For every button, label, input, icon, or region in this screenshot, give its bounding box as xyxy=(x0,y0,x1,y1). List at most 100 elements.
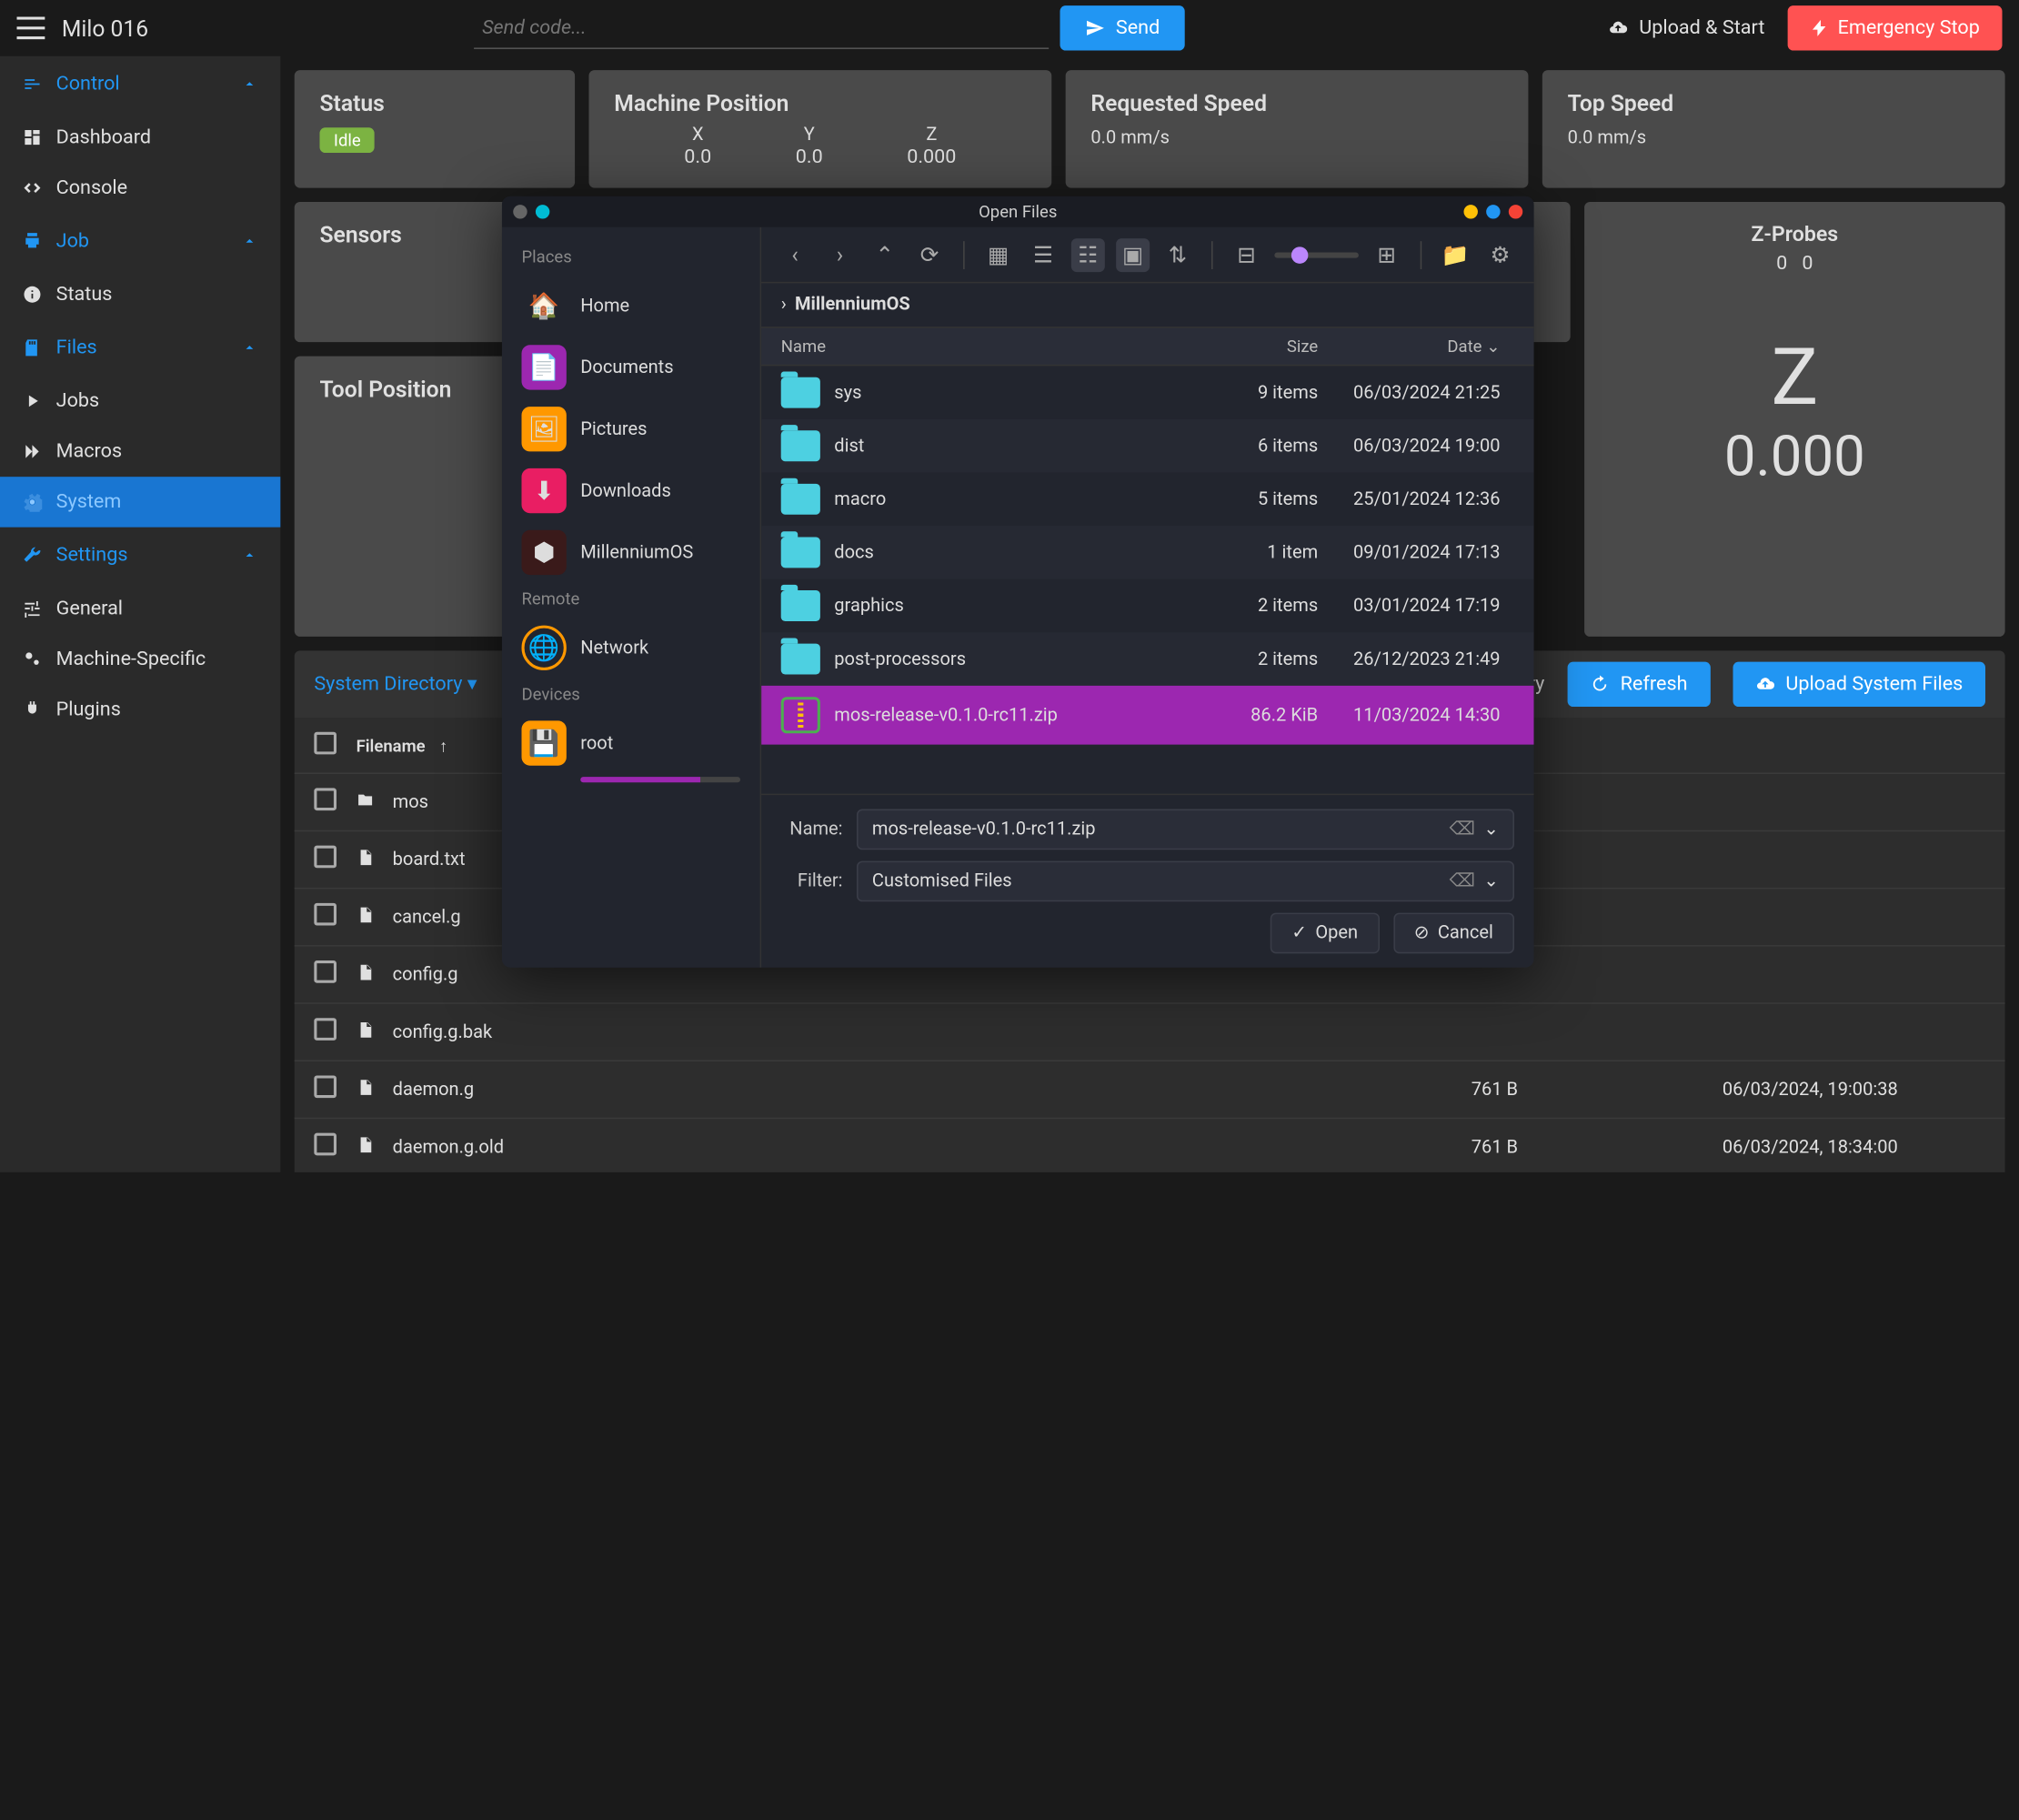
settings-icon[interactable]: ⚙ xyxy=(1483,237,1517,271)
table-row[interactable]: daemon.g.old761 B06/03/2024, 18:34:00 xyxy=(295,1119,2005,1172)
nav-back-icon[interactable]: ‹ xyxy=(778,237,812,271)
file-row[interactable]: dist6 items06/03/2024 19:00 xyxy=(761,419,1533,473)
open-button[interactable]: ✓ Open xyxy=(1271,913,1379,954)
sidebar-item-dashboard[interactable]: Dashboard xyxy=(0,112,280,163)
window-control-icon[interactable] xyxy=(536,205,549,218)
cancel-button[interactable]: ⊘ Cancel xyxy=(1393,913,1514,954)
maximize-icon[interactable] xyxy=(1486,205,1500,218)
sidebar-item-macros[interactable]: Macros xyxy=(0,427,280,477)
sidebar-group-files[interactable]: Files xyxy=(0,320,280,377)
breadcrumb[interactable]: › MillenniumOS xyxy=(761,283,1533,327)
place-millenniumos[interactable]: ⬢MillenniumOS xyxy=(502,522,760,584)
row-checkbox[interactable] xyxy=(314,1133,336,1156)
file-row[interactable]: mos-release-v0.1.0-rc11.zip86.2 KiB11/03… xyxy=(761,686,1533,745)
new-folder-icon[interactable]: 📁 xyxy=(1439,237,1472,271)
zoom-out-icon[interactable]: ⊟ xyxy=(1230,237,1263,271)
send-icon xyxy=(1085,18,1105,38)
sort-icon[interactable]: ⇅ xyxy=(1161,237,1195,271)
sidebar-item-machine-specific[interactable]: Machine-Specific xyxy=(0,634,280,685)
close-icon[interactable] xyxy=(1509,205,1522,218)
sidebar-group-control[interactable]: Control xyxy=(0,56,280,113)
row-checkbox[interactable] xyxy=(314,788,336,810)
table-row[interactable]: config.g.bak xyxy=(295,1004,2005,1061)
col-name[interactable]: Name xyxy=(781,337,1206,357)
refresh-button[interactable]: Refresh xyxy=(1567,662,1710,707)
sort-asc-icon[interactable]: ↑ xyxy=(439,736,447,756)
file-row[interactable]: docs1 item09/01/2024 17:13 xyxy=(761,526,1533,579)
filename-input[interactable]: mos-release-v0.1.0-rc11.zip⌫⌄ xyxy=(857,809,1514,850)
folder-icon xyxy=(781,484,820,515)
chevron-down-icon[interactable]: ⌄ xyxy=(1483,870,1499,891)
row-checkbox[interactable] xyxy=(314,903,336,926)
play-icon xyxy=(23,391,43,411)
row-checkbox[interactable] xyxy=(314,1018,336,1041)
sidebar-item-status[interactable]: Status xyxy=(0,269,280,320)
status-badge: Idle xyxy=(320,127,376,153)
place-root[interactable]: 💾root xyxy=(502,712,760,774)
file-icon xyxy=(357,1136,379,1159)
emergency-stop-button[interactable]: Emergency Stop xyxy=(1787,5,2002,50)
dialog-sidebar: Places 🏠Home 📄Documents 🖼Pictures ⬇Downl… xyxy=(502,227,761,968)
view-list-icon[interactable]: ☷ xyxy=(1071,237,1105,271)
requested-speed-card: Requested Speed 0.0 mm/s xyxy=(1066,70,1529,188)
sidebar-item-console[interactable]: Console xyxy=(0,163,280,214)
system-directory-dropdown[interactable]: System Directory ▾ xyxy=(314,673,477,696)
window-control-icon[interactable] xyxy=(513,205,527,218)
col-date[interactable]: Date ⌄ xyxy=(1318,337,1514,357)
place-documents[interactable]: 📄Documents xyxy=(502,337,760,398)
chevron-down-icon[interactable]: ⌄ xyxy=(1483,819,1499,840)
clear-icon[interactable]: ⌫ xyxy=(1450,819,1475,840)
upload-start-button[interactable]: Upload & Start xyxy=(1608,17,1764,40)
send-input[interactable] xyxy=(474,7,1049,48)
file-row[interactable]: post-processors2 items26/12/2023 21:49 xyxy=(761,632,1533,686)
table-row[interactable]: daemon.g761 B06/03/2024, 19:00:38 xyxy=(295,1061,2005,1119)
sidebar-group-settings[interactable]: Settings xyxy=(0,528,280,584)
view-icons-icon[interactable]: ▦ xyxy=(981,237,1015,271)
file-row[interactable]: macro5 items25/01/2024 12:36 xyxy=(761,473,1533,527)
clear-icon[interactable]: ⌫ xyxy=(1450,870,1475,891)
row-checkbox[interactable] xyxy=(314,846,336,869)
nav-up-icon[interactable]: ⌃ xyxy=(868,237,901,271)
sd-card-icon xyxy=(23,338,43,358)
file-row[interactable]: graphics2 items03/01/2024 17:19 xyxy=(761,579,1533,633)
select-all-checkbox[interactable] xyxy=(314,732,336,755)
place-pictures[interactable]: 🖼Pictures xyxy=(502,398,760,460)
filter-select[interactable]: Customised Files⌫⌄ xyxy=(857,861,1514,902)
menu-toggle[interactable] xyxy=(17,14,45,42)
upload-system-files-button[interactable]: Upload System Files xyxy=(1733,662,1985,707)
view-compact-icon[interactable]: ☰ xyxy=(1027,237,1060,271)
folder-icon xyxy=(781,644,820,675)
nav-forward-icon[interactable]: › xyxy=(823,237,857,271)
chevron-up-icon xyxy=(241,339,258,357)
folder-icon xyxy=(781,430,820,461)
dialog-title: Open Files xyxy=(979,202,1057,222)
chevron-up-icon xyxy=(241,75,258,93)
file-icon xyxy=(357,906,379,929)
minimize-icon[interactable] xyxy=(1464,205,1478,218)
preview-icon[interactable]: ▣ xyxy=(1116,237,1150,271)
reload-icon[interactable]: ⟳ xyxy=(913,237,947,271)
col-size[interactable]: Size xyxy=(1206,337,1318,357)
sidebar-item-general[interactable]: General xyxy=(0,583,280,634)
send-button[interactable]: Send xyxy=(1060,5,1185,50)
file-row[interactable]: sys9 items06/03/2024 21:25 xyxy=(761,366,1533,419)
zoom-in-icon[interactable]: ⊞ xyxy=(1370,237,1403,271)
chevron-right-icon: › xyxy=(781,295,787,316)
open-file-dialog: Open Files Places 🏠Home 📄Documents 🖼Pict… xyxy=(502,196,1534,968)
sidebar-item-system[interactable]: System xyxy=(0,477,280,528)
row-checkbox[interactable] xyxy=(314,1075,336,1098)
sidebar-group-job[interactable]: Job xyxy=(0,213,280,269)
row-checkbox[interactable] xyxy=(314,960,336,983)
cogs-icon xyxy=(23,649,43,669)
cloud-upload-icon xyxy=(1608,18,1628,38)
place-home[interactable]: 🏠Home xyxy=(502,275,760,337)
sidebar-item-jobs[interactable]: Jobs xyxy=(0,376,280,427)
info-icon xyxy=(23,285,43,305)
zoom-slider[interactable] xyxy=(1274,252,1359,257)
place-network[interactable]: 🌐Network xyxy=(502,617,760,679)
bolt-icon xyxy=(1810,18,1830,38)
place-downloads[interactable]: ⬇Downloads xyxy=(502,460,760,522)
printer-icon xyxy=(23,231,43,251)
sidebar-item-plugins[interactable]: Plugins xyxy=(0,684,280,735)
wrench-icon xyxy=(23,546,43,566)
